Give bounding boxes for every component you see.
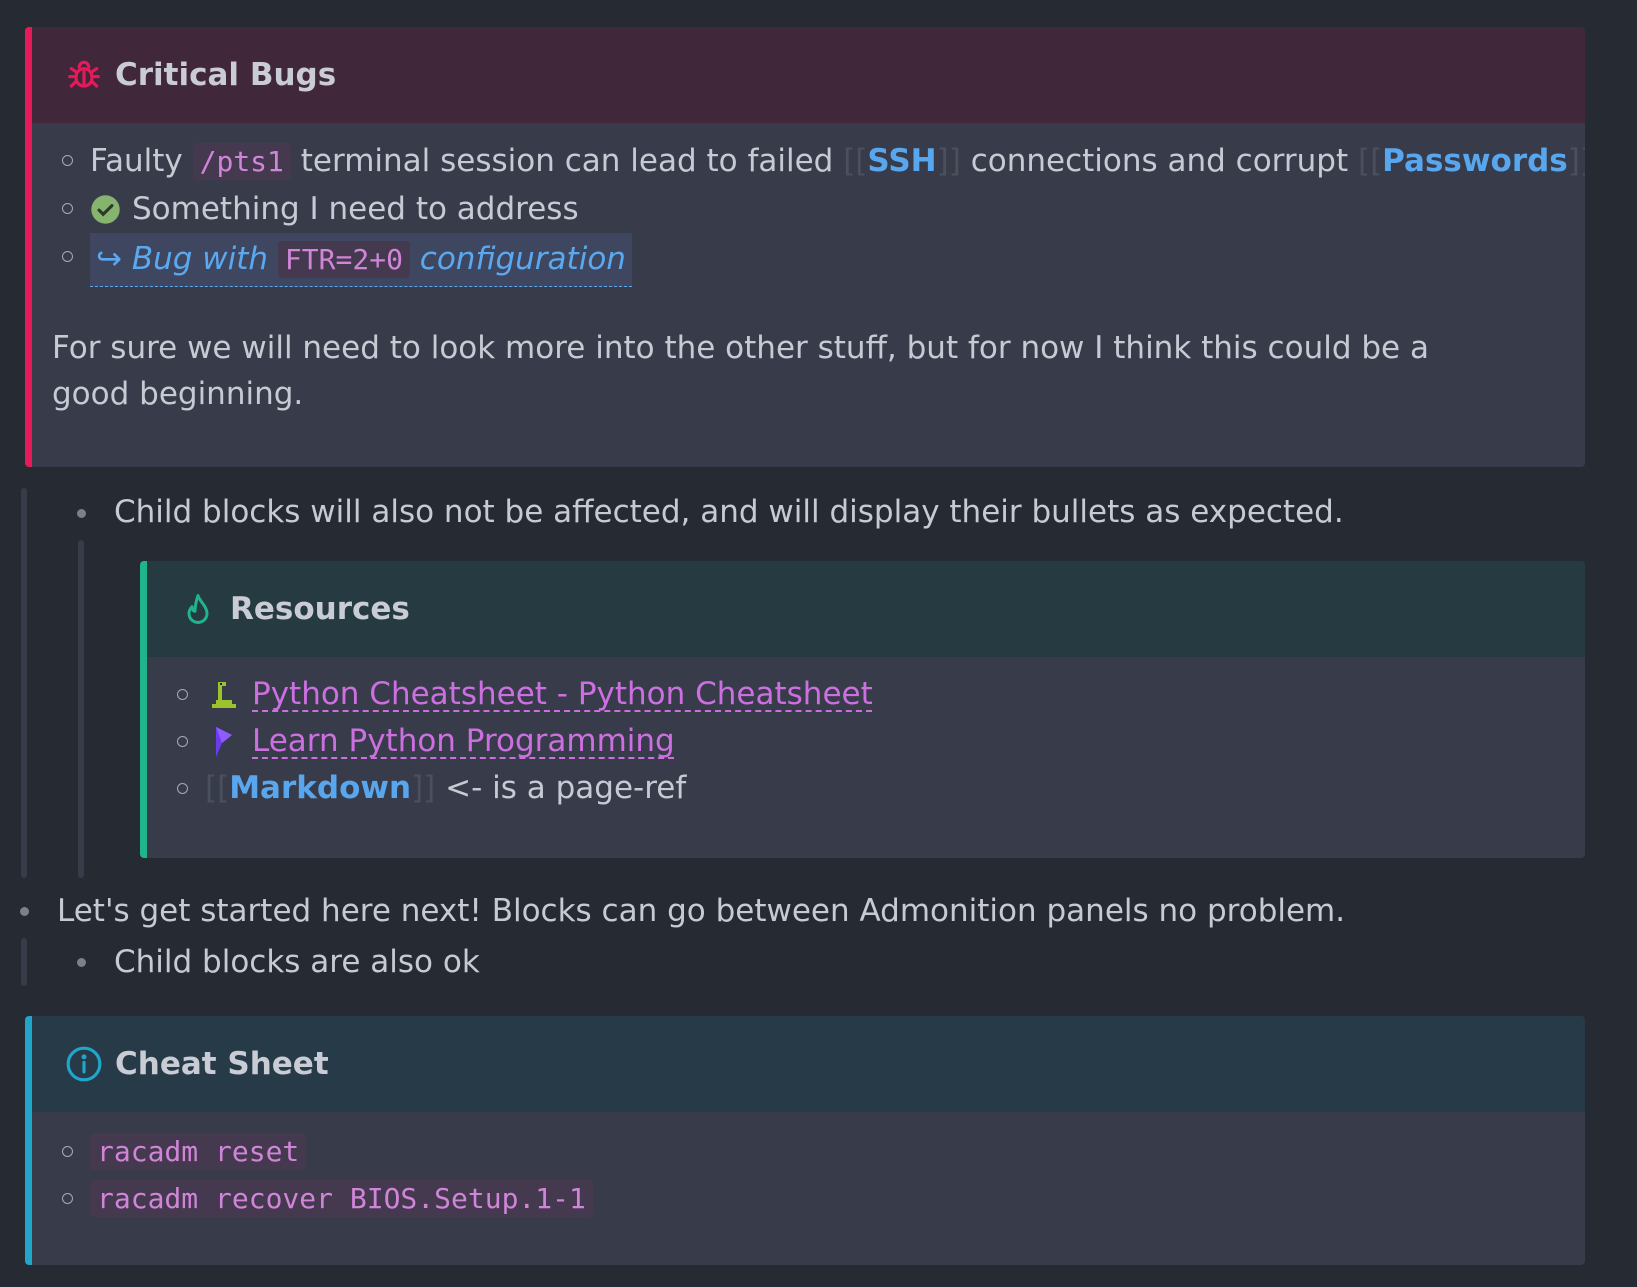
list-item[interactable]: Learn Python Programming [140, 718, 1585, 765]
external-link[interactable]: Learn Python Programming [252, 718, 675, 765]
critical-bugs-panel: Critical Bugs Faulty /pts1 terminal sess… [25, 27, 1585, 467]
paragraph: For sure we will need to look more into … [52, 330, 1429, 412]
panel-title: Resources [230, 591, 410, 627]
panel-header[interactable]: Critical Bugs [25, 27, 1585, 123]
block-ref-text: Bug with [131, 241, 269, 277]
bracket: [[ [843, 143, 868, 179]
list-item[interactable]: Python Cheatsheet - Python Cheatsheet [140, 671, 1585, 718]
resources-panel: Resources Python Cheatsheet - Python Che… [140, 561, 1585, 858]
page-ref-ssh[interactable]: SSH [867, 143, 936, 179]
list-bullet [177, 783, 188, 794]
item-text: terminal session can lead to failed [300, 143, 834, 179]
list-bullet [62, 1146, 73, 1157]
list-bullet [62, 251, 73, 262]
arrow-return-icon: ↪ [96, 241, 122, 277]
bug-icon [65, 56, 103, 94]
item-text: Faulty [90, 143, 183, 179]
list-item[interactable]: [[Markdown]] <- is a page-ref [140, 765, 1585, 812]
page-ref-markdown[interactable]: Markdown [229, 770, 411, 806]
block-ref[interactable]: ↪ Bug with FTR=2+0 configuration [90, 233, 632, 287]
inline-code: racadm recover BIOS.Setup.1-1 [90, 1180, 593, 1217]
list-bullet [177, 736, 188, 747]
bracket: ]] [411, 770, 436, 806]
panel-body: racadm reset racadm recover BIOS.Setup.1… [25, 1112, 1585, 1222]
list-item[interactable]: racadm recover BIOS.Setup.1-1 [25, 1175, 1585, 1222]
check-circle-icon [90, 194, 121, 225]
item-text: connections and corrupt [970, 143, 1349, 179]
block-text[interactable]: Let's get started here next! Blocks can … [57, 893, 1345, 929]
python-snake-icon [208, 678, 240, 712]
block-bullet[interactable] [20, 907, 29, 916]
inline-code: FTR=2+0 [277, 241, 410, 278]
cheatsheet-panel: Cheat Sheet racadm reset racadm recover … [25, 1016, 1585, 1265]
block-ref-text: configuration [419, 241, 626, 277]
page-ref-passwords[interactable]: Passwords [1382, 143, 1568, 179]
panel-body: Python Cheatsheet - Python Cheatsheet Le… [140, 657, 1585, 812]
item-text: Something I need to address [132, 191, 579, 227]
indent-guide [21, 488, 27, 878]
bracket: ]] [936, 143, 961, 179]
inline-code: /pts1 [192, 143, 291, 180]
block-bullet[interactable] [77, 958, 86, 967]
bracket: [[ [205, 770, 230, 806]
list-bullet [62, 203, 73, 214]
list-bullet [177, 689, 188, 700]
indent-guide [78, 540, 84, 878]
indent-guide [21, 938, 27, 986]
panel-title: Cheat Sheet [115, 1046, 329, 1082]
list-item[interactable]: racadm reset [25, 1128, 1585, 1175]
panel-header[interactable]: Resources [140, 561, 1585, 657]
bracket: [[ [1357, 143, 1383, 179]
flame-icon [180, 590, 218, 628]
external-link[interactable]: Python Cheatsheet - Python Cheatsheet [252, 671, 873, 718]
bracket: ]] [1567, 143, 1585, 179]
list-item[interactable]: Something I need to address [25, 185, 1585, 233]
programiz-logo-icon [208, 725, 240, 759]
list-bullet [62, 155, 73, 166]
list-item[interactable]: ↪ Bug with FTR=2+0 configuration [25, 233, 1585, 287]
block-bullet[interactable] [77, 509, 86, 518]
info-icon [65, 1045, 103, 1083]
inline-code: racadm reset [90, 1133, 307, 1170]
item-text: <- is a page-ref [445, 770, 687, 806]
block-text[interactable]: Child blocks are also ok [114, 944, 480, 980]
panel-body: Faulty /pts1 terminal session can lead t… [25, 123, 1585, 417]
block-text[interactable]: Child blocks will also not be affected, … [114, 494, 1344, 530]
list-item[interactable]: Faulty /pts1 terminal session can lead t… [25, 137, 1585, 185]
panel-title: Critical Bugs [115, 57, 337, 93]
panel-header[interactable]: Cheat Sheet [25, 1016, 1585, 1112]
list-bullet [62, 1193, 73, 1204]
